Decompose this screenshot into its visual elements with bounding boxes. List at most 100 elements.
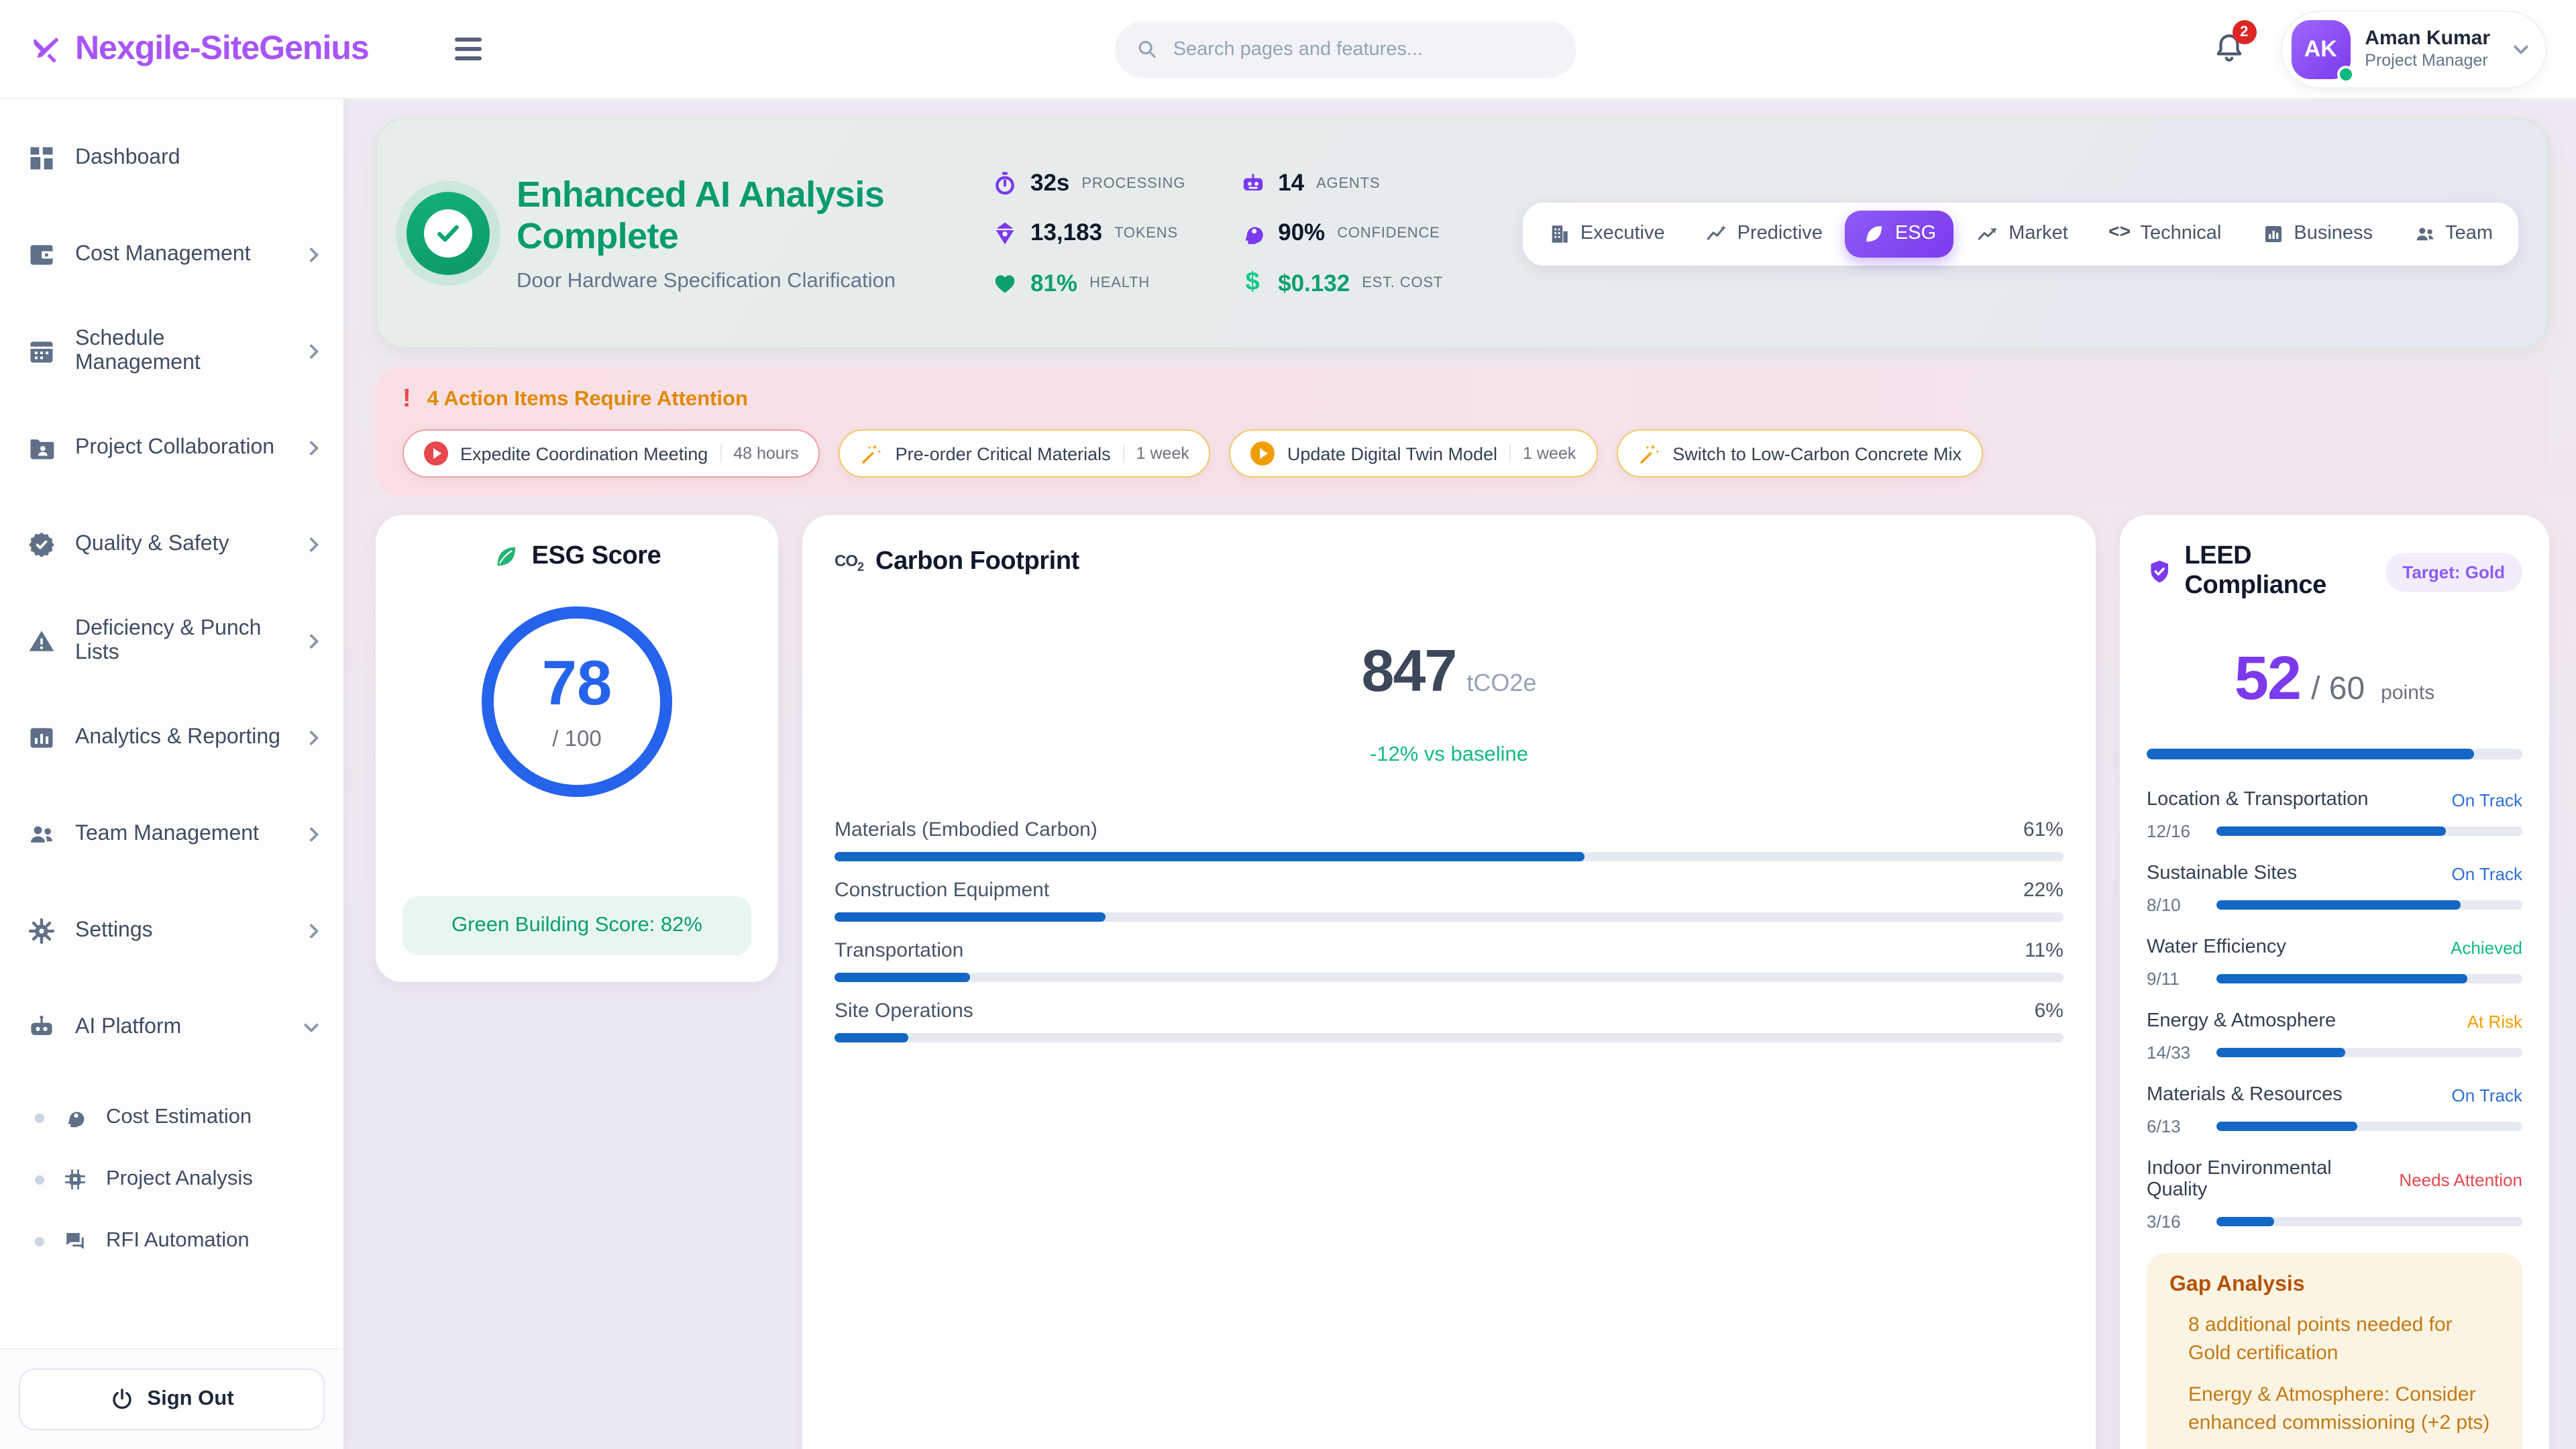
chevron-right-icon	[304, 827, 319, 843]
action-chip-low-carbon-concrete[interactable]: Switch to Low-Carbon Concrete Mix	[1616, 429, 1983, 478]
stat-tokens: 13,183 TOKENS	[991, 219, 1185, 247]
ai-analysis-subtitle: Door Hardware Specification Clarificatio…	[517, 269, 957, 293]
tab-team[interactable]: Team	[2396, 210, 2510, 257]
user-menu[interactable]: AK Aman Kumar Project Manager	[2280, 10, 2546, 88]
sidebar-subitem-cost-estimation[interactable]: Cost Estimation	[0, 1087, 343, 1148]
leed-card-title: LEED Compliance	[2184, 542, 2373, 601]
token-icon	[991, 219, 1018, 246]
tools-logo-icon	[30, 33, 62, 65]
sidebar-item-settings[interactable]: Settings	[0, 883, 343, 979]
user-meta: Aman Kumar Project Manager	[2365, 27, 2490, 71]
tab-technical[interactable]: <> Technical	[2091, 211, 2239, 256]
bullet-dot	[35, 1113, 44, 1122]
play-circle-icon	[1251, 441, 1275, 466]
sidebar-item-dashboard[interactable]: Dashboard	[0, 110, 343, 207]
chevron-right-icon	[304, 731, 319, 746]
carbon-baseline-delta: -12% vs baseline	[835, 743, 2063, 767]
status-badge: On Track	[2452, 863, 2523, 883]
leed-row: Energy & AtmosphereAt Risk 14/33	[2147, 1010, 2522, 1063]
bar-fill	[835, 973, 970, 982]
people-icon	[2413, 222, 2436, 245]
sidebar-item-schedule-management[interactable]: Schedule Management	[0, 303, 343, 400]
leed-row: Water EfficiencyAchieved 9/11	[2147, 936, 2522, 989]
sidebar-subitem-rfi-automation[interactable]: RFI Automation	[0, 1210, 343, 1272]
carbon-bar-row: Materials (Embodied Carbon)61%	[835, 818, 2063, 861]
tab-market[interactable]: Market	[1959, 210, 2086, 257]
carbon-bar-row: Site Operations6%	[835, 1000, 2063, 1042]
psychology-icon	[63, 1106, 87, 1130]
leaf-icon	[493, 543, 520, 570]
menu-toggle-button[interactable]	[447, 30, 490, 68]
search-input[interactable]	[1171, 37, 1555, 61]
sidebar-item-deficiency-punch-lists[interactable]: Deficiency & Punch Lists	[0, 593, 343, 690]
green-building-score: Green Building Score: 82%	[402, 896, 751, 955]
sidebar-item-quality-safety[interactable]: Quality & Safety	[0, 496, 343, 593]
bar-fill	[2216, 900, 2461, 910]
leed-row: Indoor Environmental QualityNeeds Attent…	[2147, 1158, 2522, 1232]
co2-icon: CO2	[835, 551, 863, 574]
action-item-chips: Expedite Coordination Meeting 48 hours P…	[402, 429, 2522, 478]
esg-score-value: 78	[542, 651, 612, 714]
sidebar-footer: Sign Out	[0, 1348, 343, 1449]
status-badge: Needs Attention	[2399, 1169, 2522, 1189]
bullet-dot	[35, 1236, 44, 1246]
power-icon	[109, 1387, 133, 1411]
alert-exclamation-icon: !	[402, 385, 411, 415]
quality-badge-icon	[27, 530, 56, 559]
search-icon	[1136, 38, 1157, 60]
stat-est-cost: $ $0.132 EST. COST	[1239, 268, 1443, 298]
status-badge: On Track	[2452, 1085, 2523, 1105]
bar-chart-icon	[27, 723, 56, 753]
action-chip-update-digital-twin[interactable]: Update Digital Twin Model 1 week	[1230, 429, 1597, 478]
due-time-badge: 1 week	[1509, 444, 1576, 463]
tab-business[interactable]: Business	[2244, 210, 2390, 257]
leed-score-value: 52	[2235, 641, 2300, 714]
tab-esg[interactable]: ESG	[1845, 210, 1953, 257]
due-time-badge: 48 hours	[720, 444, 798, 463]
leed-compliance-card: LEED Compliance Target: Gold 52 / 60 poi…	[2120, 515, 2549, 1449]
sign-out-button[interactable]: Sign Out	[19, 1368, 325, 1430]
user-name: Aman Kumar	[2365, 27, 2490, 51]
bar-fill	[835, 852, 1585, 861]
sidebar-subitem-project-analysis[interactable]: Project Analysis	[0, 1148, 343, 1210]
chip-icon	[63, 1167, 87, 1191]
esg-score-denominator: / 100	[552, 727, 601, 753]
stat-processing: 32s PROCESSING	[991, 169, 1185, 197]
carbon-unit: tCO2e	[1466, 669, 1536, 696]
sidebar-item-project-collaboration[interactable]: Project Collaboration	[0, 400, 343, 496]
status-badge: At Risk	[2467, 1011, 2522, 1031]
tab-executive[interactable]: Executive	[1531, 210, 1682, 257]
action-items-banner: ! 4 Action Items Require Attention Exped…	[376, 368, 2549, 496]
bar-fill	[2216, 1217, 2275, 1226]
esg-score-ring: 78 / 100	[482, 606, 672, 797]
action-chip-expedite-meeting[interactable]: Expedite Coordination Meeting 48 hours	[402, 429, 820, 478]
leed-row: Materials & ResourcesOn Track 6/13	[2147, 1084, 2522, 1136]
carbon-card-title: Carbon Footprint	[875, 547, 1079, 577]
action-items-title: 4 Action Items Require Attention	[427, 388, 748, 412]
due-time-badge: 1 week	[1123, 444, 1189, 463]
stat-health: 81% HEALTH	[991, 268, 1185, 298]
building-icon	[1548, 222, 1571, 245]
esg-score-card: ESG Score 78 / 100 Green Building Score:…	[376, 515, 778, 982]
gap-analysis-title: Gap Analysis	[2169, 1273, 2500, 1297]
leed-score-denominator: / 60	[2311, 671, 2365, 708]
notifications-button[interactable]: 2	[2201, 19, 2256, 78]
sidebar-item-ai-platform[interactable]: AI Platform	[0, 979, 343, 1076]
action-chip-preorder-materials[interactable]: Pre-order Critical Materials 1 week	[839, 429, 1211, 478]
trending-up-icon	[1976, 222, 1999, 245]
sidebar-item-analytics-reporting[interactable]: Analytics & Reporting	[0, 690, 343, 786]
analysis-tabs: Executive Predictive ESG Market	[1523, 202, 2518, 265]
search-box[interactable]	[1115, 21, 1576, 77]
leaf-icon	[1863, 222, 1886, 245]
chevron-right-icon	[304, 344, 319, 360]
sidebar-item-team-management[interactable]: Team Management	[0, 786, 343, 883]
sidebar-item-cost-management[interactable]: Cost Management	[0, 207, 343, 303]
chart-box-icon	[2261, 222, 2284, 245]
gap-item: Energy & Atmosphere: Consider enhanced c…	[2188, 1381, 2500, 1437]
dollar-icon: $	[1239, 268, 1266, 298]
bar-fill	[2147, 749, 2473, 759]
tab-predictive[interactable]: Predictive	[1688, 210, 1840, 257]
chevron-down-icon	[2514, 39, 2529, 54]
bar-fill	[2216, 826, 2446, 836]
esg-card-title: ESG Score	[532, 542, 661, 572]
